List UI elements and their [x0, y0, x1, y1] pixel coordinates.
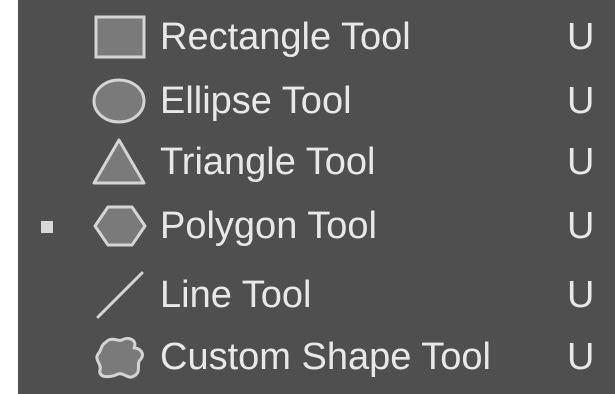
- menu-item-label: Triangle Tool: [160, 141, 376, 183]
- shortcut-key: U: [567, 16, 595, 58]
- shortcut-key: U: [567, 80, 595, 122]
- shortcut-key: U: [567, 205, 595, 247]
- shortcut-key: U: [567, 336, 595, 378]
- menu-item-label: Custom Shape Tool: [160, 336, 491, 378]
- line-icon: [92, 270, 152, 320]
- menu-item-custom-shape-tool[interactable]: Custom Shape Tool U: [18, 326, 615, 388]
- shortcut-key: U: [567, 141, 595, 183]
- rectangle-icon: [92, 12, 152, 62]
- menu-item-triangle-tool[interactable]: Triangle Tool U: [18, 131, 615, 193]
- menu-item-label: Rectangle Tool: [160, 16, 411, 58]
- menu-item-line-tool[interactable]: Line Tool U: [18, 264, 615, 326]
- custom-shape-icon: [92, 332, 152, 382]
- shortcut-key: U: [567, 274, 595, 316]
- menu-item-label: Line Tool: [160, 274, 312, 316]
- shape-tools-flyout-menu: Rectangle Tool U Ellipse Tool U Triangle…: [18, 0, 615, 394]
- menu-item-label: Polygon Tool: [160, 205, 377, 247]
- menu-item-label: Ellipse Tool: [160, 80, 352, 122]
- polygon-icon: [92, 201, 152, 251]
- active-tool-indicator: [41, 221, 53, 233]
- menu-item-rectangle-tool[interactable]: Rectangle Tool U: [18, 6, 615, 68]
- menu-item-polygon-tool[interactable]: Polygon Tool U: [18, 195, 615, 257]
- triangle-icon: [92, 137, 152, 187]
- menu-item-ellipse-tool[interactable]: Ellipse Tool U: [18, 70, 615, 132]
- ellipse-icon: [92, 76, 152, 126]
